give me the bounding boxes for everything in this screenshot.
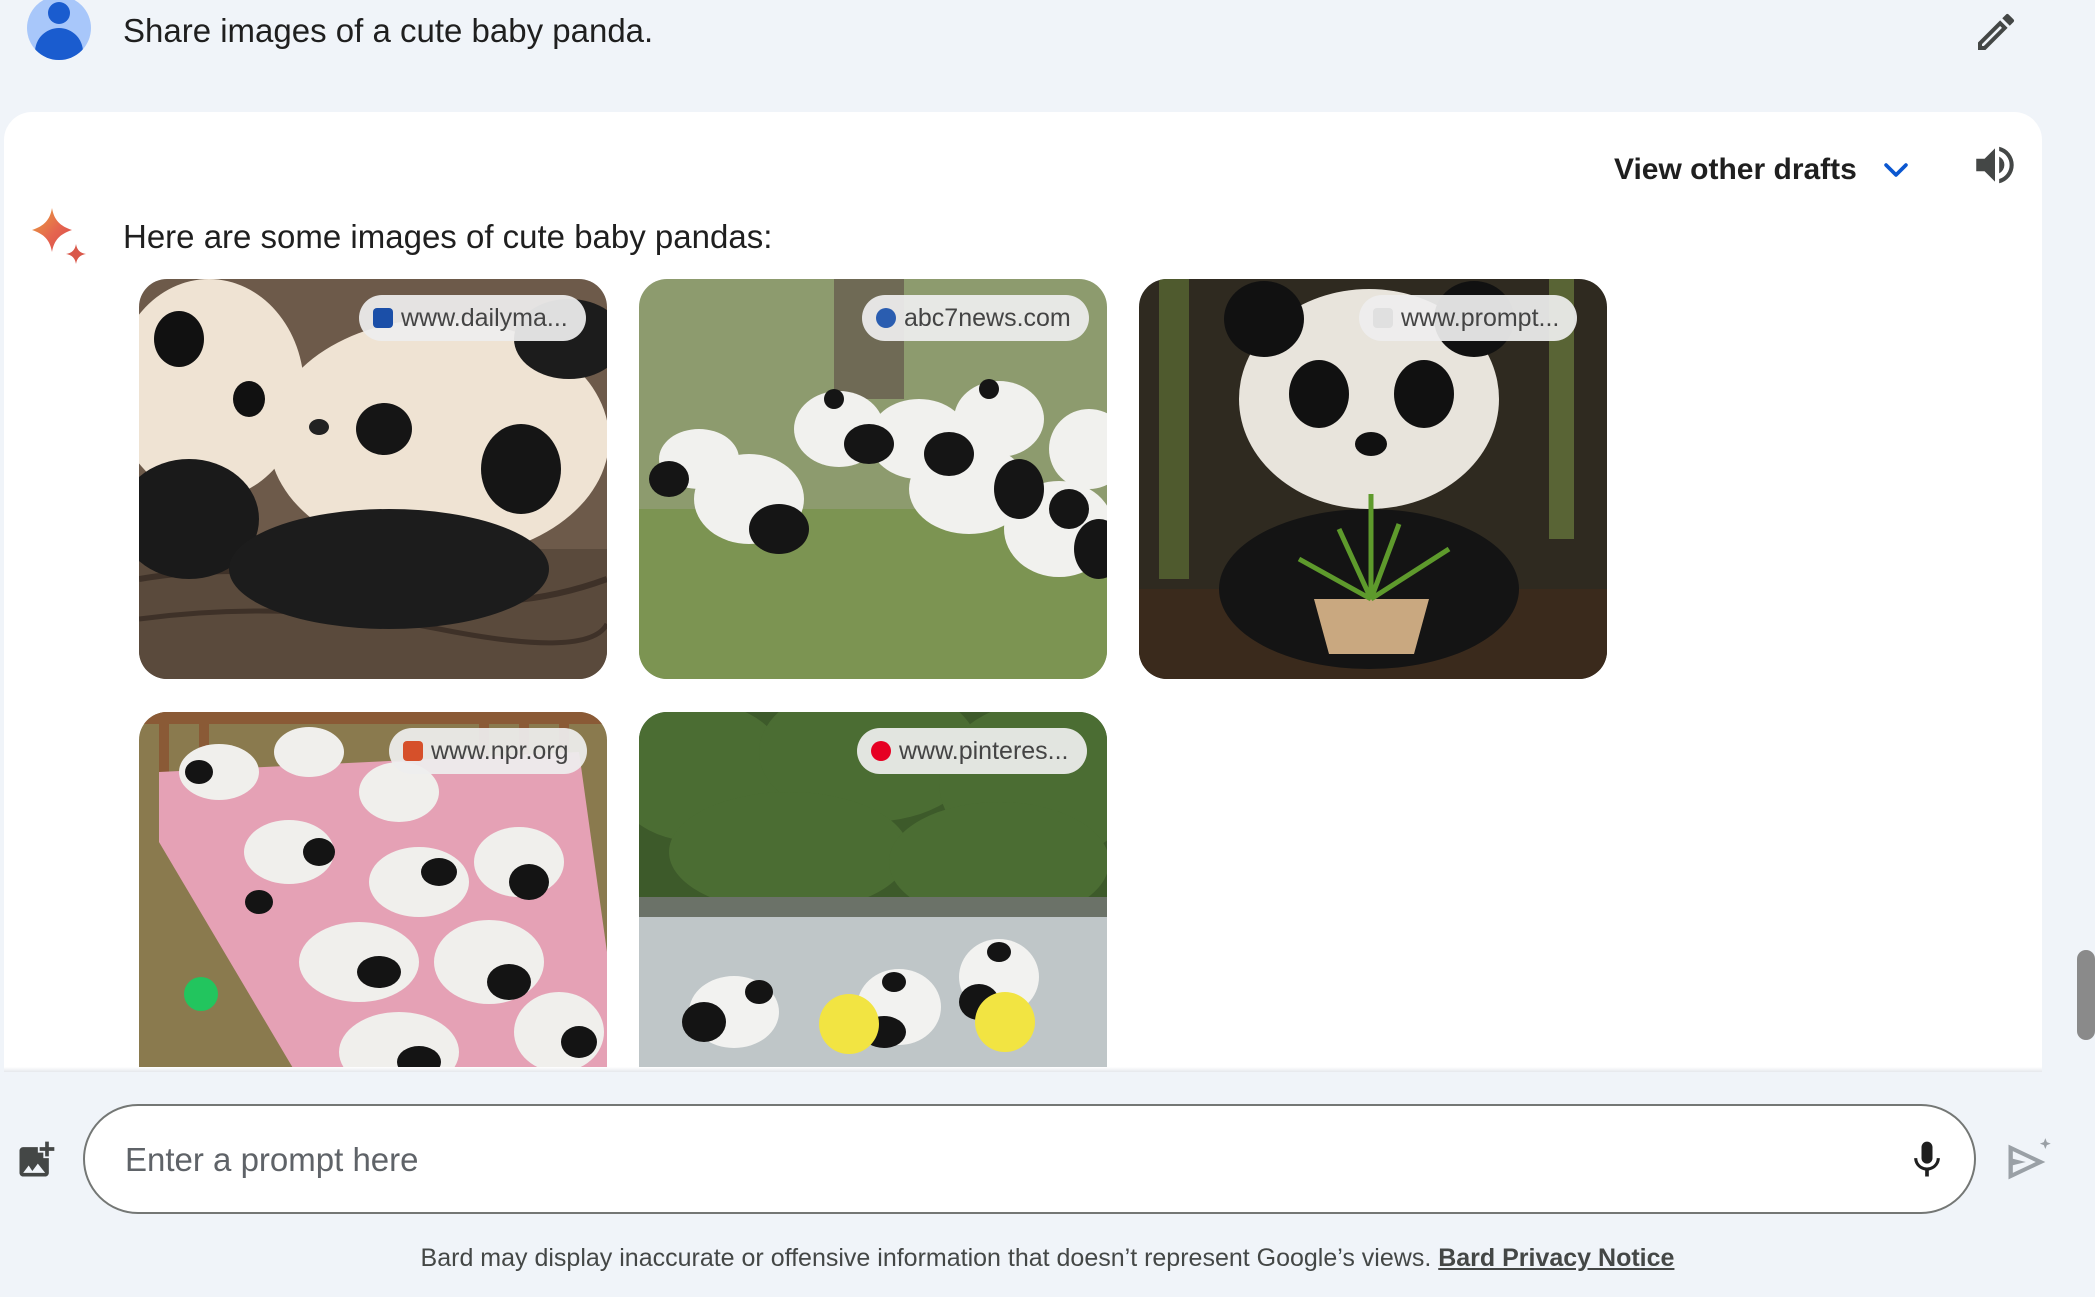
source-chip[interactable]: www.dailyma...: [359, 295, 586, 341]
prompt-input-box: [83, 1104, 1976, 1214]
disclaimer-text: Bard may display inaccurate or offensive…: [420, 1244, 1432, 1272]
pencil-icon: [1978, 13, 2015, 51]
source-label: www.dailyma...: [401, 303, 568, 332]
dailymail-icon: [373, 308, 393, 328]
prompt-input[interactable]: [123, 1134, 1827, 1186]
pinterest-icon: [871, 741, 891, 761]
abc7-icon: [876, 308, 896, 328]
panda-image-3[interactable]: www.prompt...: [1139, 279, 1607, 679]
source-label: www.npr.org: [431, 736, 569, 765]
user-prompt-row: Share images of a cute baby panda.: [0, 0, 2095, 110]
view-other-drafts-label: View other drafts: [1614, 153, 1857, 186]
add-image-button[interactable]: [14, 1138, 58, 1182]
source-chip[interactable]: www.pinteres...: [857, 728, 1087, 774]
source-label: abc7news.com: [904, 303, 1071, 332]
source-chip[interactable]: abc7news.com: [862, 295, 1089, 341]
avatar[interactable]: [27, 0, 91, 60]
edit-prompt-button[interactable]: [1972, 8, 2020, 56]
response-card: View other drafts Here are some images o…: [4, 112, 2042, 1072]
prompthero-icon: [1373, 308, 1393, 328]
source-chip[interactable]: www.npr.org: [389, 728, 587, 774]
send-icon: [2008, 1138, 2051, 1180]
panda-image-2[interactable]: abc7news.com: [639, 279, 1107, 679]
prompt-area: Bard may display inaccurate or offensive…: [0, 1072, 2095, 1297]
panda-image-4[interactable]: www.npr.org: [139, 712, 607, 1072]
panda-image-5[interactable]: www.pinteres...: [639, 712, 1107, 1072]
add-image-icon: [19, 1141, 55, 1177]
source-label: www.prompt...: [1401, 303, 1560, 332]
mic-icon: [1914, 1141, 1940, 1177]
user-prompt-text: Share images of a cute baby panda.: [123, 12, 654, 49]
npr-icon: [403, 741, 423, 761]
sparkle-icon: [32, 208, 86, 264]
send-button[interactable]: [2002, 1136, 2054, 1188]
chevron-down-icon: [1884, 163, 1908, 177]
privacy-notice-link[interactable]: Bard Privacy Notice: [1438, 1244, 1674, 1272]
listen-button[interactable]: [1970, 140, 2020, 190]
source-label: www.pinteres...: [899, 736, 1069, 765]
panda-image-1[interactable]: www.dailyma...: [139, 279, 607, 679]
volume-icon: [1976, 146, 2014, 184]
disclaimer: Bard may display inaccurate or offensive…: [0, 1244, 2095, 1273]
mic-button[interactable]: [1905, 1138, 1949, 1182]
view-other-drafts-button[interactable]: View other drafts: [1614, 140, 1913, 200]
scrollbar-thumb[interactable]: [2077, 950, 2095, 1040]
response-intro-text: Here are some images of cute baby pandas…: [123, 218, 773, 255]
source-chip[interactable]: www.prompt...: [1359, 295, 1578, 341]
